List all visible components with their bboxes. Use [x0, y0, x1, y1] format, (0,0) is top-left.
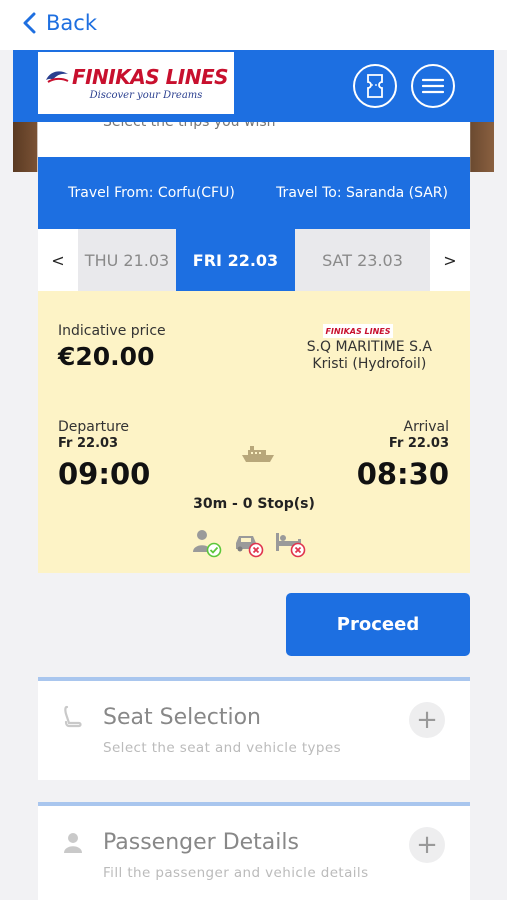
date-selector: < THU 21.03 FRI 22.03 SAT 23.03 > — [38, 229, 470, 291]
back-button[interactable]: Back — [22, 8, 97, 38]
passenger-details-expand-button[interactable]: + — [409, 827, 445, 863]
date-tab-prev[interactable]: THU 21.03 — [78, 229, 176, 291]
next-date-button[interactable]: > — [430, 229, 470, 291]
operator-info: S.Q MARITIME S.A Kristi (Hydrofoil) — [307, 339, 432, 373]
operator-name: S.Q MARITIME S.A — [306, 339, 432, 355]
arrival-date: Fr 22.03 — [388, 436, 449, 451]
arrival-time: 08:30 — [356, 457, 449, 491]
seat-icon — [64, 705, 82, 728]
trip-result-card[interactable]: Indicative price €20.00 FINIKAS LINES S.… — [38, 291, 470, 573]
ticket-icon — [367, 74, 383, 98]
seat-selection-subtitle: Select the seat and vehicle types — [103, 740, 342, 756]
price-value: €20.00 — [58, 342, 155, 371]
search-card-header: Select the trips you wish — [38, 122, 470, 157]
passenger-details-section[interactable]: Passenger Details Fill the passenger and… — [38, 802, 470, 900]
seat-selection-title: Seat Selection — [103, 705, 261, 730]
finikas-lines-logo[interactable]: FINIKAS LINES Discover your Dreams — [38, 52, 234, 114]
proceed-button[interactable]: Proceed — [286, 593, 470, 656]
logo-tagline: Discover your Dreams — [89, 90, 203, 101]
dolphin-logo-icon — [45, 71, 69, 83]
chevron-left-icon — [23, 12, 36, 34]
hamburger-menu-icon — [422, 78, 444, 94]
travel-to: Travel To: Saranda (SAR) — [276, 185, 448, 201]
route-summary: Travel From: Corfu(CFU) Travel To: Saran… — [38, 157, 470, 229]
menu-button[interactable] — [411, 64, 455, 108]
date-tab-next[interactable]: SAT 23.03 — [295, 229, 430, 291]
trip-duration: 30m - 0 Stop(s) — [193, 496, 315, 512]
passenger-details-title: Passenger Details — [103, 830, 299, 855]
seat-selection-expand-button[interactable]: + — [409, 702, 445, 738]
arrival-label: Arrival — [403, 419, 450, 435]
cabin-unavailable-icon — [276, 533, 306, 558]
logo-brand-text: FINIKAS LINES — [71, 65, 229, 89]
passenger-details-subtitle: Fill the passenger and vehicle details — [103, 865, 369, 881]
tickets-button[interactable] — [353, 64, 397, 108]
departure-date: Fr 22.03 — [58, 436, 119, 451]
departure-time: 09:00 — [58, 457, 151, 491]
person-icon — [64, 833, 82, 853]
operator-logo: FINIKAS LINES — [323, 324, 393, 338]
vehicle-unavailable-icon — [236, 536, 264, 558]
prev-date-button[interactable]: < — [38, 229, 78, 291]
back-label: Back — [46, 11, 97, 35]
travel-from: Travel From: Corfu(CFU) — [68, 185, 235, 201]
logo-wordmark: FINIKAS LINES — [44, 65, 229, 89]
search-card-instruction: Select the trips you wish — [103, 122, 276, 130]
vessel-name: Kristi (Hydrofoil) — [312, 356, 427, 372]
departure-label: Departure — [58, 419, 130, 435]
top-nav-bar: Back — [0, 0, 507, 50]
passenger-available-icon — [193, 530, 222, 558]
seat-selection-section[interactable]: Seat Selection Select the seat and vehic… — [38, 677, 470, 780]
price-label: Indicative price — [58, 323, 166, 339]
app-header: FINIKAS LINES Discover your Dreams — [13, 50, 494, 122]
date-tab-selected[interactable]: FRI 22.03 — [176, 229, 295, 291]
ship-icon — [242, 446, 274, 462]
